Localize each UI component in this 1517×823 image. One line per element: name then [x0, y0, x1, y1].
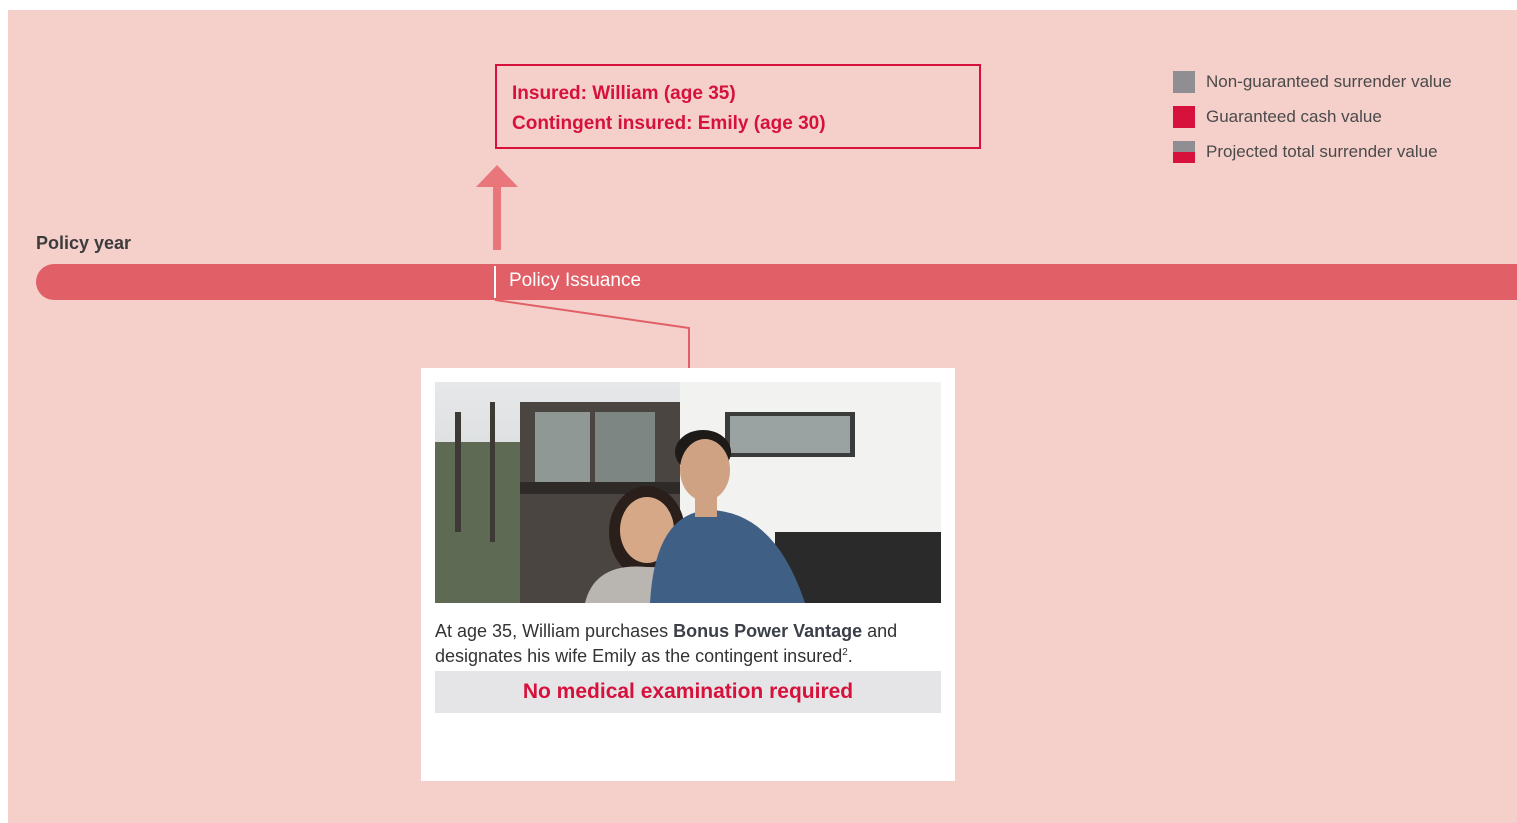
card-text-end: .: [847, 646, 853, 666]
legend-item-guaranteed: Guaranteed cash value: [1173, 99, 1452, 134]
card-text-before: At age 35, William purchases: [435, 621, 674, 641]
policy-timeline-panel: Insured: William (age 35) Contingent ins…: [8, 10, 1517, 823]
insured-line: Insured: William (age 35): [512, 83, 736, 104]
legend-swatch-gray: [1173, 70, 1195, 93]
legend-label: Guaranteed cash value: [1206, 106, 1382, 126]
photo-illustration: [435, 382, 941, 603]
no-medical-exam-banner: No medical examination required: [435, 671, 941, 713]
up-arrow-icon: [476, 165, 518, 250]
milestone-label: Policy Issuance: [509, 270, 642, 291]
legend-item-non-guaranteed: Non-guaranteed surrender value: [1173, 64, 1452, 99]
card-description: At age 35, William purchases Bonus Power…: [435, 620, 945, 667]
milestone-card: At age 35, William purchases Bonus Power…: [421, 368, 955, 781]
axis-label: Policy year: [36, 233, 132, 253]
legend-label: Non-guaranteed surrender value: [1206, 71, 1452, 91]
legend-label: Projected total surrender value: [1206, 141, 1438, 161]
legend: Non-guaranteed surrender value Guarantee…: [1173, 64, 1452, 169]
timeline-bar: [36, 264, 1517, 300]
contingent-insured-line: Contingent insured: Emily (age 30): [512, 113, 826, 134]
legend-swatch-red: [1173, 105, 1195, 128]
couple-photo: [435, 382, 941, 603]
legend-swatch-split: [1173, 140, 1195, 163]
legend-item-projected-total: Projected total surrender value: [1173, 134, 1452, 169]
timeline-tick: [494, 266, 496, 298]
insured-info-box: Insured: William (age 35) Contingent ins…: [495, 64, 981, 149]
product-name: Bonus Power Vantage: [673, 621, 863, 641]
